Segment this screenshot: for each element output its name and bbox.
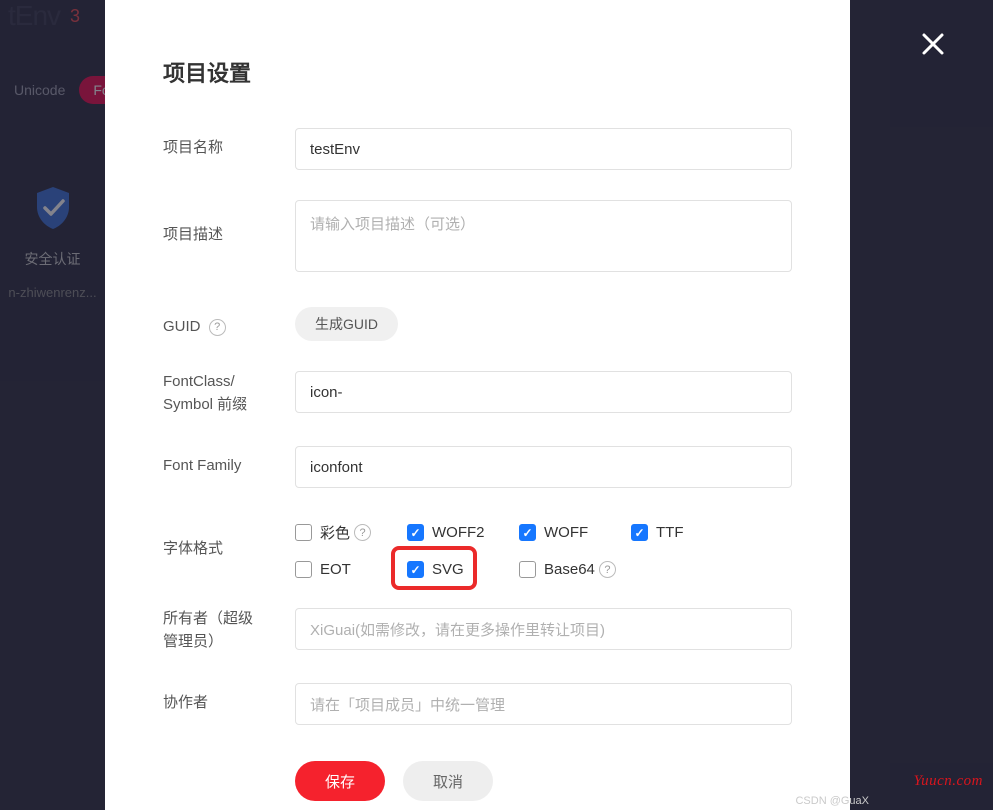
label-owner: 所有者（超级 管理员）	[163, 608, 295, 653]
help-icon[interactable]: ?	[599, 561, 616, 578]
close-icon	[920, 31, 946, 57]
label-font-format: 字体格式	[163, 518, 295, 561]
checkbox-ttf[interactable]: TTF	[631, 522, 743, 543]
checkbox-eot[interactable]: EOT	[295, 561, 407, 578]
label-project-desc: 项目描述	[163, 200, 295, 247]
close-button[interactable]	[917, 28, 949, 60]
label-prefix: FontClass/ Symbol 前缀	[163, 371, 295, 416]
label-project-name: 项目名称	[163, 128, 295, 160]
checkbox-woff2[interactable]: WOFF2	[407, 522, 519, 543]
help-icon[interactable]: ?	[209, 319, 226, 336]
generate-guid-button[interactable]: 生成GUID	[295, 307, 398, 341]
cancel-button[interactable]: 取消	[403, 761, 493, 801]
checkbox-svg[interactable]: SVG	[407, 561, 519, 578]
checkbox-icon	[519, 561, 536, 578]
project-settings-modal: 项目设置 项目名称 项目描述 GUID ? 生成GUID FontClass/ …	[105, 0, 850, 810]
font-family-input[interactable]	[295, 446, 792, 488]
checkbox-woff[interactable]: WOFF	[519, 522, 631, 543]
label-guid: GUID ?	[163, 307, 295, 339]
project-desc-input[interactable]	[295, 200, 792, 272]
collaborator-display: 请在「项目成员」中统一管理	[295, 683, 792, 725]
checkbox-icon	[295, 561, 312, 578]
label-font-family: Font Family	[163, 446, 295, 478]
modal-title: 项目设置	[163, 56, 792, 88]
help-icon[interactable]: ?	[354, 524, 371, 541]
owner-display: XiGuai(如需修改，请在更多操作里转让项目)	[295, 608, 792, 650]
checkbox-color[interactable]: 彩色?	[295, 522, 407, 543]
save-button[interactable]: 保存	[295, 761, 385, 801]
watermark-site: Yuucn.com	[914, 773, 983, 790]
checkbox-icon	[519, 524, 536, 541]
project-name-input[interactable]	[295, 128, 792, 170]
checkbox-icon	[407, 524, 424, 541]
checkbox-icon	[295, 524, 312, 541]
watermark-author: CSDN @GuaX	[795, 795, 869, 807]
checkbox-icon	[407, 561, 424, 578]
prefix-input[interactable]	[295, 371, 792, 413]
checkbox-icon	[631, 524, 648, 541]
checkbox-base64[interactable]: Base64?	[519, 561, 631, 578]
label-collaborator: 协作者	[163, 683, 295, 715]
